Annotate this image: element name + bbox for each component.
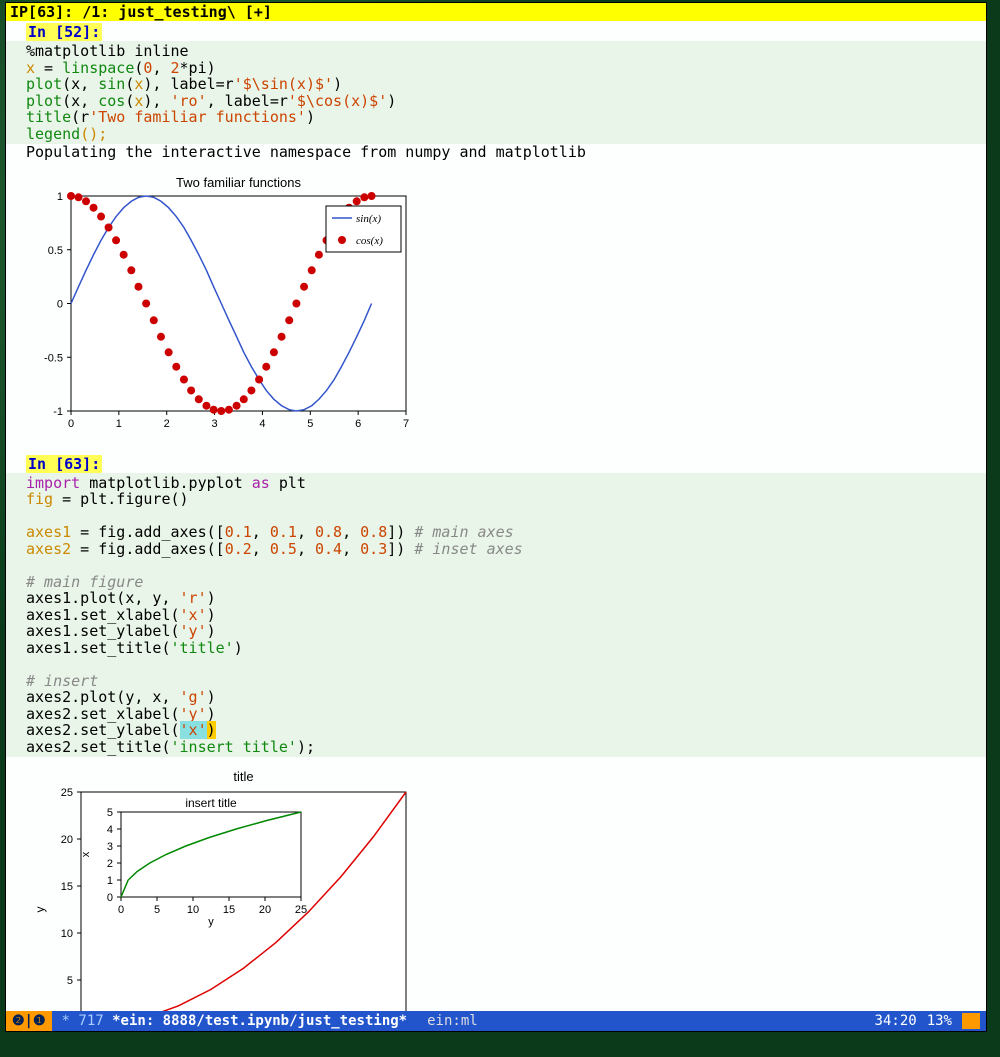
- svg-text:title: title: [233, 769, 253, 784]
- svg-text:10: 10: [61, 928, 73, 940]
- cursor: ): [207, 721, 216, 739]
- svg-text:y: y: [33, 907, 47, 913]
- buffer-content[interactable]: In [52]: %matplotlib inline x = linspace…: [6, 21, 986, 1011]
- svg-text:3: 3: [212, 418, 218, 430]
- svg-text:insert title: insert title: [185, 796, 237, 810]
- modeline: ❷|❶ * 717 *ein: 8888/test.ipynb/just_tes…: [6, 1011, 986, 1031]
- svg-text:1: 1: [107, 875, 113, 887]
- svg-text:2: 2: [107, 858, 113, 870]
- svg-text:0: 0: [118, 904, 124, 916]
- svg-text:y: y: [208, 916, 214, 928]
- svg-text:5: 5: [154, 904, 160, 916]
- svg-text:Two familiar functions: Two familiar functions: [176, 175, 301, 190]
- code-cell-1[interactable]: %matplotlib inline x = linspace(0, 2*pi)…: [6, 41, 986, 144]
- svg-text:20: 20: [259, 904, 271, 916]
- svg-text:2: 2: [164, 418, 170, 430]
- svg-text:5: 5: [307, 418, 313, 430]
- modeline-buffer: * 717 *ein: 8888/test.ipynb/just_testing…: [52, 1013, 418, 1029]
- window-title: IP[63]: /1: just_testing\ [+]: [6, 3, 986, 21]
- emacs-window: IP[63]: /1: just_testing\ [+] In [52]: %…: [5, 2, 987, 1032]
- svg-text:6: 6: [355, 418, 361, 430]
- svg-text:10: 10: [187, 904, 199, 916]
- modeline-indicator: [962, 1013, 980, 1029]
- svg-text:-0.5: -0.5: [44, 352, 63, 364]
- svg-text:15: 15: [61, 881, 73, 893]
- svg-text:20: 20: [61, 834, 73, 846]
- modeline-mode: ein:ml: [417, 1013, 488, 1029]
- svg-text:sin(x): sin(x): [356, 213, 381, 225]
- code-line: %matplotlib inline: [26, 42, 189, 60]
- svg-text:4: 4: [259, 418, 265, 430]
- cell-output-1: Populating the interactive namespace fro…: [6, 144, 986, 161]
- svg-text:1: 1: [57, 191, 63, 203]
- svg-text:5: 5: [107, 807, 113, 819]
- svg-text:0.5: 0.5: [48, 244, 63, 256]
- cell-prompt-2: In [63]:: [26, 455, 102, 473]
- svg-text:0: 0: [57, 298, 63, 310]
- svg-text:25: 25: [295, 904, 307, 916]
- svg-text:x: x: [80, 851, 92, 857]
- svg-text:-1: -1: [53, 406, 63, 418]
- svg-text:25: 25: [61, 787, 73, 799]
- svg-text:1: 1: [116, 418, 122, 430]
- modeline-pct: 13%: [927, 1013, 952, 1029]
- modeline-window-num: ❷|❶: [6, 1011, 52, 1031]
- svg-text:15: 15: [223, 904, 235, 916]
- cursor-region: 'x': [180, 721, 207, 739]
- svg-text:3: 3: [107, 841, 113, 853]
- cell-prompt-1: In [52]:: [26, 23, 102, 41]
- svg-text:5: 5: [67, 975, 73, 987]
- svg-text:7: 7: [403, 418, 409, 430]
- svg-text:0: 0: [107, 892, 113, 904]
- svg-text:4: 4: [107, 824, 113, 836]
- chart-1: Two familiar functions 0 1 2 3 4 5 6 7 -1 -0.5 0 0.5…: [26, 171, 986, 435]
- modeline-pos: 34:20: [875, 1013, 917, 1029]
- svg-text:cos(x): cos(x): [356, 235, 383, 247]
- code-cell-2[interactable]: import matplotlib.pyplot as plt fig = pl…: [6, 473, 986, 758]
- chart-2: title0123450510152025xyinsert title05101…: [26, 767, 986, 1011]
- svg-text:0: 0: [68, 418, 74, 430]
